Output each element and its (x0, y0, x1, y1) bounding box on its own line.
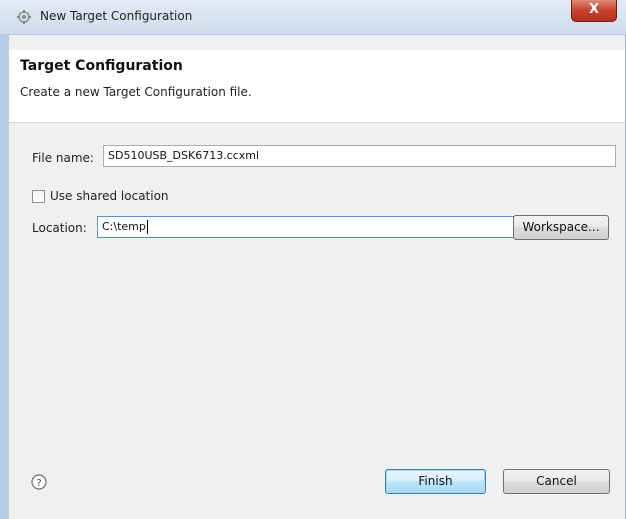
title-bar[interactable]: New Target Configuration X (0, 0, 626, 35)
header-banner: Target Configuration Create a new Target… (9, 50, 625, 123)
location-value: C:\temp (102, 220, 146, 233)
close-button[interactable]: X (571, 0, 617, 22)
app-icon (17, 10, 31, 24)
dialog-window: New Target Configuration X Target Config… (0, 0, 626, 519)
footer-separator (9, 450, 625, 451)
help-icon[interactable]: ? (31, 474, 47, 490)
workspace-button[interactable]: Workspace... (513, 215, 609, 240)
file-name-label: File name: (32, 151, 94, 165)
use-shared-location-checkbox[interactable] (32, 190, 45, 203)
window-title: New Target Configuration (40, 9, 193, 23)
finish-button[interactable]: Finish (385, 469, 486, 494)
file-name-value: SD510USB_DSK6713.ccxml (108, 149, 260, 162)
page-title: Target Configuration (20, 58, 183, 74)
page-description: Create a new Target Configuration file. (20, 85, 252, 99)
svg-text:?: ? (36, 478, 41, 489)
text-caret (146, 220, 148, 234)
use-shared-location-label[interactable]: Use shared location (50, 189, 169, 203)
file-name-input[interactable]: SD510USB_DSK6713.ccxml (103, 145, 616, 167)
cancel-button[interactable]: Cancel (503, 469, 610, 494)
location-input[interactable]: C:\temp (97, 216, 514, 238)
location-label: Location: (32, 221, 87, 235)
close-icon: X (588, 2, 600, 17)
